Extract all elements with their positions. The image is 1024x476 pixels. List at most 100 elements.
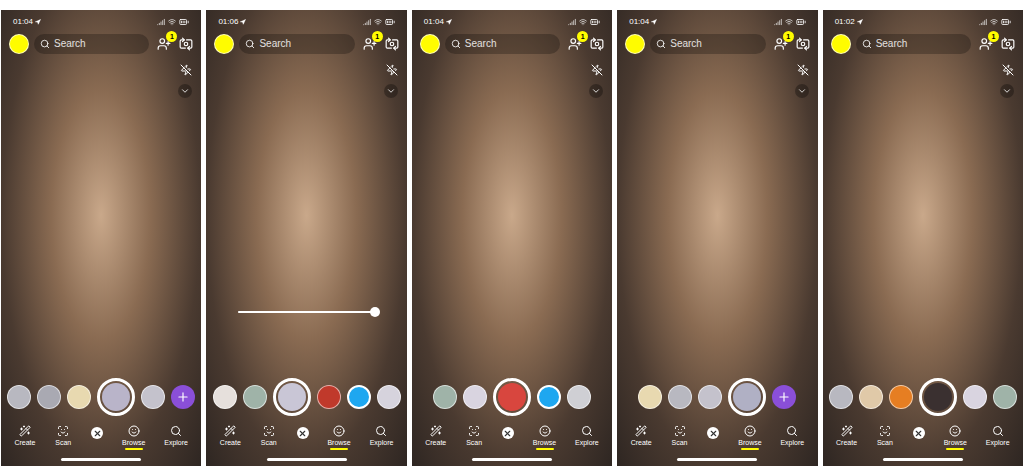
add-friend-button[interactable]: 1 [771, 34, 791, 54]
profile-avatar[interactable] [625, 34, 645, 54]
home-indicator [61, 458, 141, 461]
lens-thumbnail[interactable] [433, 385, 457, 409]
add-friend-button[interactable]: 1 [154, 34, 174, 54]
home-indicator [267, 458, 347, 461]
nav-tab[interactable]: Scan [54, 425, 72, 450]
selected-lens[interactable] [919, 378, 957, 416]
lens-thumbnail[interactable] [859, 385, 883, 409]
nav-tab-indicator [125, 448, 143, 450]
close-lens-button[interactable] [913, 427, 925, 439]
nav-tab[interactable]: Create [14, 425, 35, 450]
add-lens-button[interactable] [171, 385, 195, 409]
flip-camera-icon[interactable] [1001, 37, 1015, 51]
friend-request-badge: 1 [372, 31, 383, 42]
nav-tab[interactable]: Scan [671, 425, 689, 450]
flash-off-icon[interactable] [1002, 64, 1014, 76]
search-field[interactable]: Search [445, 34, 560, 54]
capture-button[interactable] [347, 385, 371, 409]
nav-tab[interactable]: Create [425, 425, 446, 450]
search-field[interactable]: Search [34, 34, 149, 54]
flip-camera-icon[interactable] [179, 37, 193, 51]
close-lens-button[interactable] [297, 427, 309, 439]
flash-off-icon[interactable] [591, 64, 603, 76]
nav-tab[interactable]: Scan [465, 425, 483, 450]
lens-thumbnail[interactable] [963, 385, 987, 409]
lens-thumbnail[interactable] [829, 385, 853, 409]
selected-lens[interactable] [728, 378, 766, 416]
add-lens-button[interactable] [772, 385, 796, 409]
close-lens-button[interactable] [707, 427, 719, 439]
nav-tab[interactable]: Browse [944, 425, 967, 450]
close-lens-button[interactable] [91, 427, 103, 439]
add-friend-button[interactable]: 1 [976, 34, 996, 54]
search-placeholder: Search [670, 39, 702, 49]
lens-slider[interactable] [238, 307, 374, 317]
nav-tab-label: Scan [672, 439, 688, 446]
close-lens-button[interactable] [502, 427, 514, 439]
more-tools-button[interactable] [1000, 84, 1014, 98]
more-tools-button[interactable] [589, 84, 603, 98]
more-tools-button[interactable] [178, 84, 192, 98]
lens-thumbnail[interactable] [213, 385, 237, 409]
search-field[interactable]: Search [650, 34, 765, 54]
more-tools-button[interactable] [795, 84, 809, 98]
search-field[interactable]: Search [239, 34, 354, 54]
slider-knob[interactable] [370, 307, 380, 317]
profile-avatar[interactable] [420, 34, 440, 54]
top-bar: Search1 [412, 34, 612, 54]
nav-tab-indicator [838, 448, 856, 450]
nav-tab-label: Browse [122, 439, 145, 446]
flash-off-icon[interactable] [797, 64, 809, 76]
capture-button[interactable] [537, 385, 561, 409]
profile-avatar[interactable] [214, 34, 234, 54]
nav-tab[interactable]: Browse [327, 425, 350, 450]
search-field[interactable]: Search [856, 34, 971, 54]
nav-tab[interactable]: Browse [738, 425, 761, 450]
lens-thumbnail[interactable] [377, 385, 401, 409]
lens-thumbnail[interactable] [67, 385, 91, 409]
flip-camera-icon[interactable] [796, 37, 810, 51]
nav-tab-icon [674, 425, 686, 437]
battery-icon [590, 17, 600, 27]
location-icon [35, 19, 41, 25]
lens-thumbnail[interactable] [463, 385, 487, 409]
nav-tab[interactable]: Create [836, 425, 857, 450]
chevron-down-icon [386, 86, 396, 96]
lens-thumbnail[interactable] [141, 385, 165, 409]
nav-tab[interactable]: Create [220, 425, 241, 450]
selected-lens[interactable] [97, 378, 135, 416]
profile-avatar[interactable] [9, 34, 29, 54]
nav-tab-icon [744, 425, 756, 437]
lens-thumbnail[interactable] [993, 385, 1017, 409]
flash-off-icon[interactable] [386, 64, 398, 76]
nav-tab[interactable]: Scan [876, 425, 894, 450]
lens-thumbnail[interactable] [317, 385, 341, 409]
add-friend-button[interactable]: 1 [565, 34, 585, 54]
nav-tab[interactable]: Explore [164, 425, 188, 450]
lens-thumbnail[interactable] [7, 385, 31, 409]
more-tools-button[interactable] [384, 84, 398, 98]
flip-camera-icon[interactable] [385, 37, 399, 51]
nav-tab[interactable]: Explore [986, 425, 1010, 450]
nav-tab[interactable]: Scan [260, 425, 278, 450]
nav-tab[interactable]: Explore [370, 425, 394, 450]
add-friend-button[interactable]: 1 [360, 34, 380, 54]
nav-tab[interactable]: Explore [780, 425, 804, 450]
nav-tab[interactable]: Explore [575, 425, 599, 450]
selected-lens[interactable] [273, 378, 311, 416]
lens-thumbnail[interactable] [889, 385, 913, 409]
nav-tab[interactable]: Browse [533, 425, 556, 450]
lens-thumbnail[interactable] [698, 385, 722, 409]
lens-thumbnail[interactable] [567, 385, 591, 409]
nav-tab[interactable]: Create [631, 425, 652, 450]
profile-avatar[interactable] [831, 34, 851, 54]
selected-lens[interactable] [493, 378, 531, 416]
flash-off-icon[interactable] [180, 64, 192, 76]
lens-thumbnail[interactable] [638, 385, 662, 409]
flip-camera-icon[interactable] [590, 37, 604, 51]
lens-thumbnail[interactable] [243, 385, 267, 409]
lens-thumbnail[interactable] [37, 385, 61, 409]
lens-thumbnail[interactable] [668, 385, 692, 409]
nav-tab[interactable]: Browse [122, 425, 145, 450]
plus-icon [176, 390, 190, 404]
